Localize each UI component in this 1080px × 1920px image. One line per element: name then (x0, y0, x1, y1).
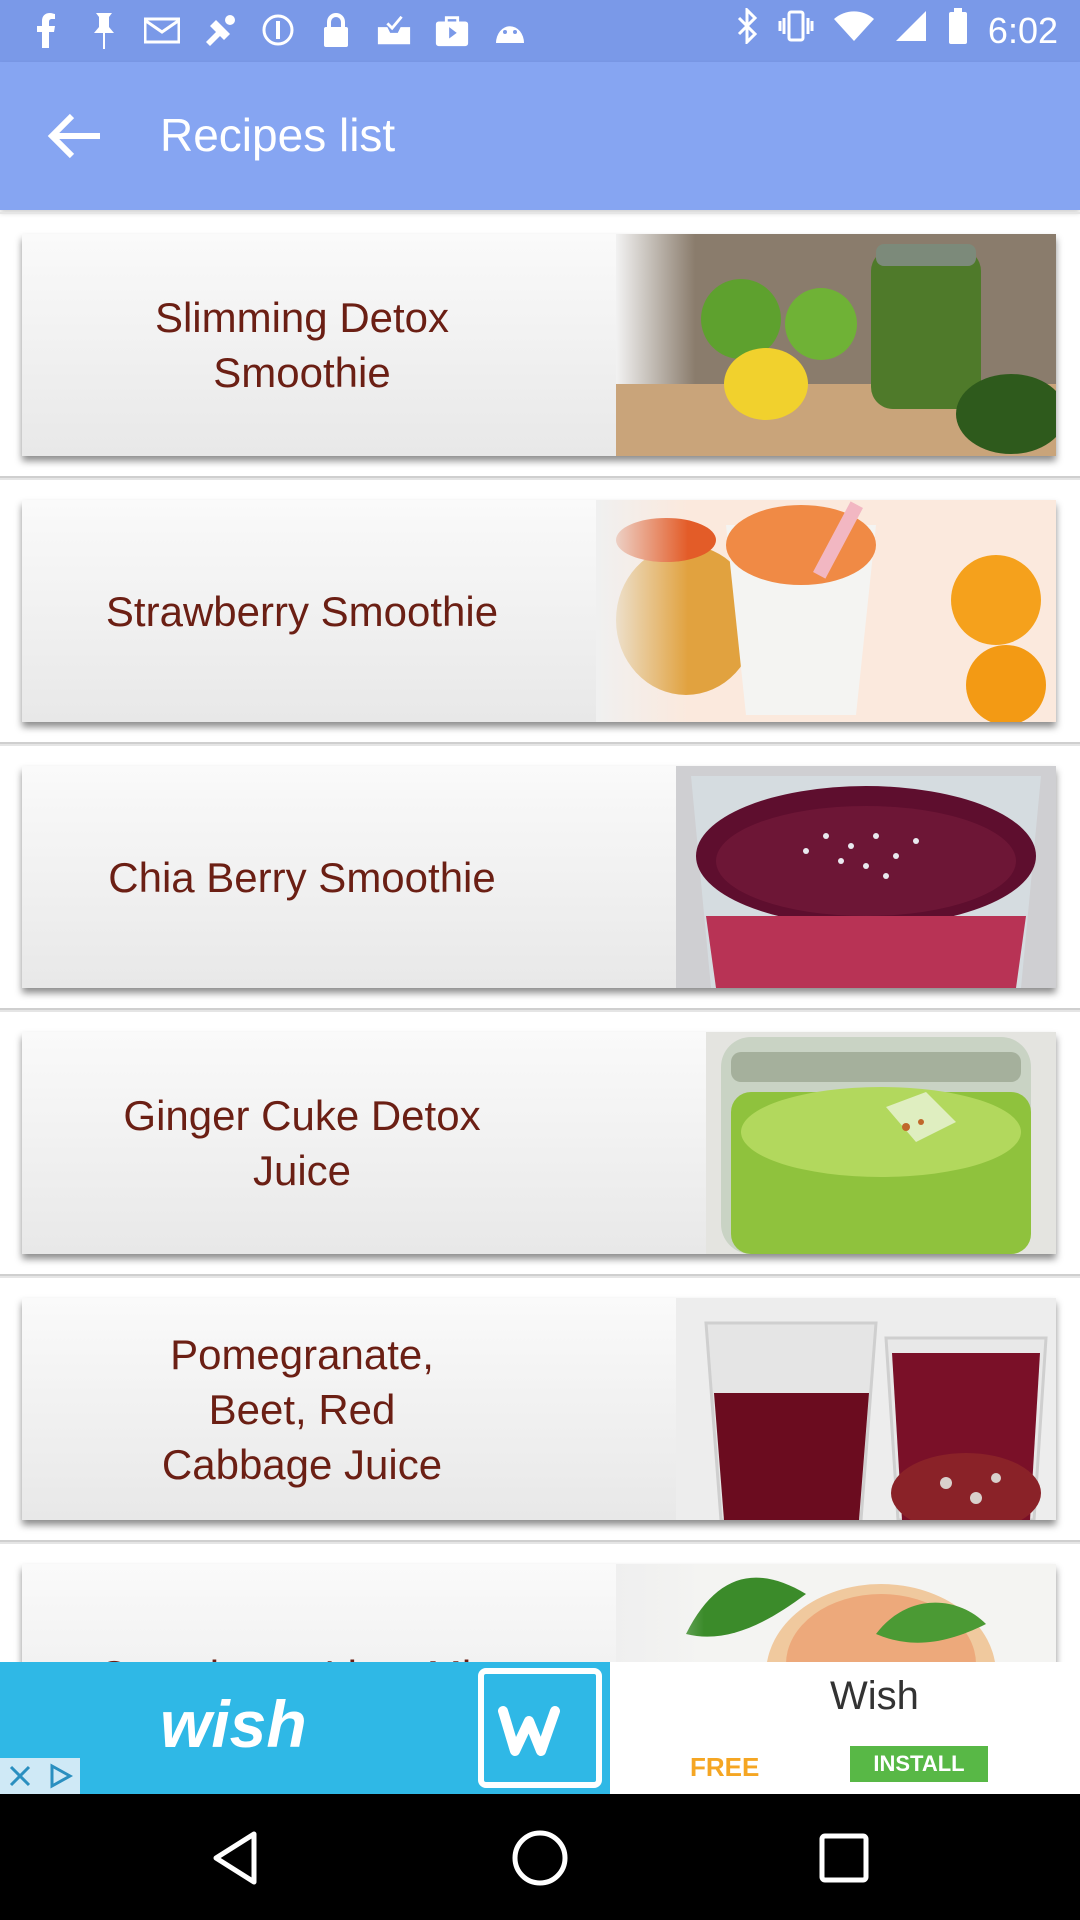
recipe-photo (676, 766, 1056, 988)
ad-app-name: Wish (830, 1674, 919, 1718)
install-button[interactable]: INSTALL (850, 1746, 988, 1782)
recipe-card[interactable]: Slimming Detox Smoothie (22, 234, 1056, 456)
back-triangle-icon (213, 1831, 257, 1885)
battery-icon (948, 8, 968, 53)
list-item[interactable]: Chia Berry Smoothie (0, 744, 1080, 1010)
recipe-card[interactable]: Pomegranate, Beet, Red Cabbage Juice (22, 1298, 1056, 1520)
lock-icon (318, 10, 354, 50)
fake-gps-icon (202, 10, 238, 50)
arrow-back-icon (47, 113, 100, 159)
vibrate-icon (778, 8, 814, 53)
recipe-card[interactable]: Chia Berry Smoothie (22, 766, 1056, 988)
nav-home-button[interactable] (508, 1826, 572, 1890)
android-debug-icon (492, 10, 528, 50)
status-time: 6:02 (987, 9, 1058, 51)
wish-logo-icon (478, 1668, 602, 1788)
pin-icon (86, 10, 122, 50)
recipe-title: Pomegranate, Beet, Red Cabbage Juice (161, 1330, 443, 1488)
notification-icons (28, 10, 528, 50)
recipe-title: Ginger Cuke Detox Juice (123, 1092, 481, 1194)
back-button[interactable] (40, 102, 108, 170)
recipe-photo (616, 234, 1056, 456)
ad-choices[interactable] (0, 1758, 80, 1794)
close-icon[interactable] (8, 1764, 32, 1788)
recipe-title: Strawberry Smoothie (105, 587, 499, 635)
home-circle-icon (512, 1830, 568, 1886)
ad-banner[interactable]: wish Wish FREE INSTALL (0, 1662, 1080, 1794)
recipe-photo (676, 1298, 1056, 1520)
recents-square-icon (819, 1833, 869, 1883)
recipe-title: Chia Berry Smoothie (108, 853, 496, 901)
recipe-title: Slimming Detox Smoothie (154, 294, 450, 396)
wifi-icon (833, 10, 874, 52)
nav-back-button[interactable] (203, 1826, 267, 1890)
signal-icon (894, 9, 928, 52)
recipe-card[interactable]: Ginger Cuke Detox Juice (22, 1032, 1056, 1254)
ad-info-panel: Wish FREE INSTALL (610, 1662, 1080, 1794)
list-item[interactable]: Slimming Detox Smoothie (0, 212, 1080, 478)
vpn-icon (260, 10, 296, 50)
status-bar: 6:02 (0, 0, 1080, 62)
nav-recents-button[interactable] (812, 1826, 876, 1890)
inbox-icon (376, 10, 412, 50)
bluetooth-icon (736, 6, 758, 53)
adchoices-icon[interactable] (47, 1763, 73, 1789)
list-item[interactable]: Strawberry Smoothie (0, 478, 1080, 744)
page-title: Recipes list (160, 109, 396, 161)
recipe-photo (706, 1032, 1056, 1254)
list-item[interactable]: Pomegranate, Beet, Red Cabbage Juice (0, 1276, 1080, 1542)
list-item[interactable]: Ginger Cuke Detox Juice (0, 1010, 1080, 1276)
ad-price: FREE (690, 1752, 760, 1782)
shopping-bag-icon (434, 10, 470, 50)
facebook-icon (28, 10, 64, 50)
navigation-bar (0, 1794, 1080, 1920)
app-bar: Recipes list (0, 62, 1080, 210)
recipe-photo (596, 500, 1056, 722)
mail-icon (144, 10, 180, 50)
recipe-card[interactable]: Strawberry Smoothie (22, 500, 1056, 722)
ad-brand-text: wish (160, 1687, 307, 1761)
system-status: 6:02 (736, 6, 1058, 53)
